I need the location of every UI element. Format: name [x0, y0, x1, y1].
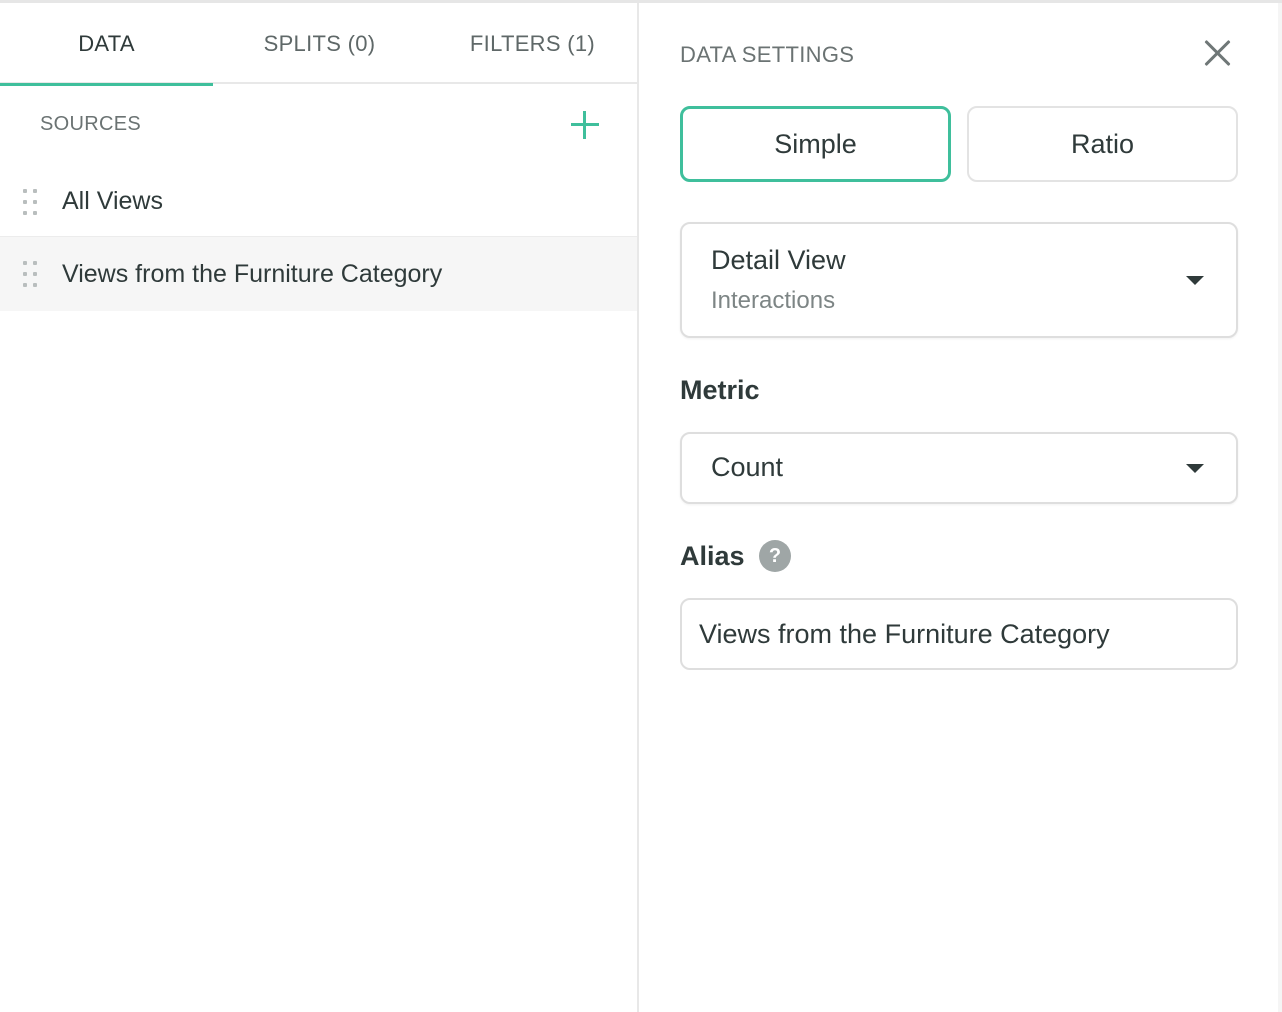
source-item-all-views[interactable]: All Views	[0, 164, 637, 239]
metric-select[interactable]: Count	[680, 432, 1238, 504]
event-select[interactable]: Detail View Interactions	[680, 222, 1238, 338]
caret-down-icon	[1186, 464, 1204, 473]
source-label: Views from the Furniture Category	[62, 259, 443, 288]
alias-label: Alias	[680, 541, 745, 571]
panel-title: DATA SETTINGS	[680, 42, 855, 67]
metric-label: Metric	[680, 375, 760, 405]
data-settings-panel: DATA SETTINGS Simple Ratio Detail View I…	[641, 3, 1282, 1012]
mode-ratio-button[interactable]: Ratio	[967, 106, 1238, 182]
source-label: All Views	[62, 187, 163, 215]
metric-value: Count	[711, 452, 784, 482]
mode-simple-button[interactable]: Simple	[680, 106, 951, 182]
tab-data[interactable]: DATA	[0, 3, 213, 86]
scrollbar-track	[1278, 3, 1282, 1012]
close-button[interactable]	[1204, 39, 1232, 67]
caret-down-icon	[1186, 276, 1204, 285]
alias-input[interactable]	[680, 598, 1238, 670]
drag-handle-icon[interactable]	[23, 261, 39, 287]
source-item-furniture-views[interactable]: Views from the Furniture Category	[0, 236, 637, 311]
event-name: Detail View	[711, 245, 846, 275]
drag-handle-icon[interactable]	[23, 188, 39, 215]
tab-splits[interactable]: SPLITS (0)	[213, 3, 426, 84]
question-icon[interactable]: ?	[759, 540, 791, 572]
event-category: Interactions	[711, 287, 836, 314]
data-panel: DATA SPLITS (0) FILTERS (1) SOURCES All …	[0, 3, 639, 1012]
tab-filters[interactable]: FILTERS (1)	[426, 3, 639, 84]
sources-label: SOURCES	[40, 113, 142, 135]
add-source-button[interactable]	[566, 106, 604, 144]
tab-bar: DATA SPLITS (0) FILTERS (1)	[0, 3, 639, 86]
sources-header: SOURCES	[0, 84, 637, 164]
